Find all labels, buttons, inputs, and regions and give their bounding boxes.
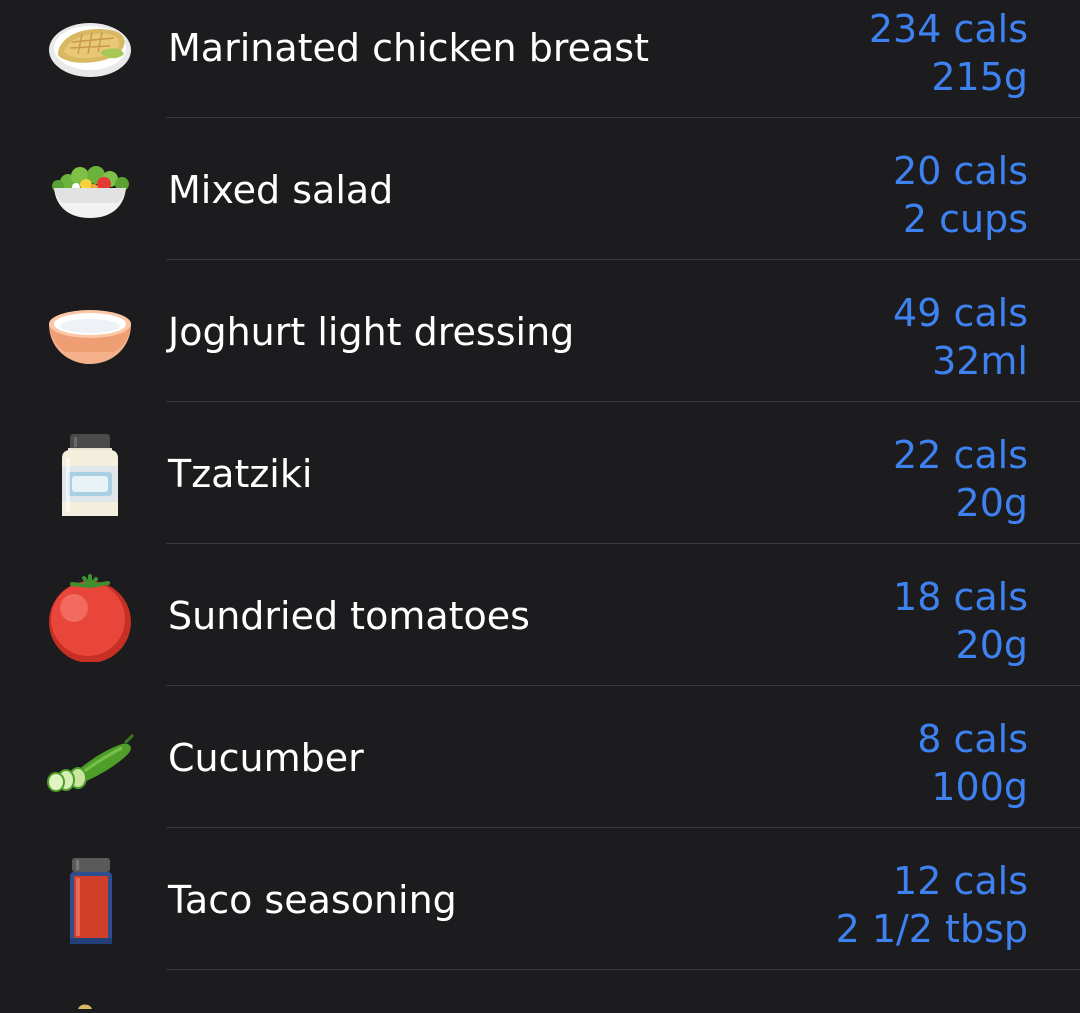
food-name: Tzatziki xyxy=(168,452,313,496)
chicken-breast-icon xyxy=(44,2,136,94)
next-item-icon-partial xyxy=(70,994,100,1009)
food-name: Mixed salad xyxy=(168,168,394,212)
food-row-mixed-salad[interactable]: Mixed salad 20 cals 2 cups xyxy=(0,118,1080,260)
food-quantity: 20g xyxy=(955,481,1028,525)
cucumber-icon xyxy=(44,712,136,804)
food-calories: 22 cals xyxy=(893,433,1028,477)
food-row-cucumber[interactable]: Cucumber 8 cals 100g xyxy=(0,686,1080,828)
tomato-icon xyxy=(44,570,136,662)
food-quantity: 32ml xyxy=(932,339,1028,383)
food-name: Sundried tomatoes xyxy=(168,594,530,638)
food-quantity: 2 1/2 tbsp xyxy=(835,907,1028,951)
food-row-joghurt-dressing[interactable]: Joghurt light dressing 49 cals 32ml xyxy=(0,260,1080,402)
food-row-chicken-breast[interactable]: Marinated chicken breast 234 cals 215g xyxy=(0,0,1080,118)
food-name: Joghurt light dressing xyxy=(168,310,575,354)
food-quantity: 20g xyxy=(955,623,1028,667)
food-calories: 8 cals xyxy=(917,717,1028,761)
food-calories: 12 cals xyxy=(893,859,1028,903)
food-calories: 49 cals xyxy=(893,291,1028,335)
food-row-taco-seasoning[interactable]: Taco seasoning 12 cals 2 1/2 tbsp xyxy=(0,828,1080,970)
row-separator xyxy=(166,969,1080,970)
food-calories: 18 cals xyxy=(893,575,1028,619)
food-name: Marinated chicken breast xyxy=(168,26,649,70)
food-calories: 234 cals xyxy=(868,7,1028,51)
food-list: Marinated chicken breast 234 cals 215g M… xyxy=(0,0,1080,970)
food-quantity: 100g xyxy=(931,765,1028,809)
food-quantity: 215g xyxy=(931,55,1028,99)
salad-bowl-icon xyxy=(44,144,136,236)
food-row-tzatziki[interactable]: Tzatziki 22 cals 20g xyxy=(0,402,1080,544)
jar-icon xyxy=(44,428,136,520)
yogurt-bowl-icon xyxy=(44,286,136,378)
food-quantity: 2 cups xyxy=(902,197,1028,241)
spice-bottle-icon xyxy=(44,854,136,946)
food-name: Cucumber xyxy=(168,736,364,780)
food-calories: 20 cals xyxy=(893,149,1028,193)
food-row-sundried-tomatoes[interactable]: Sundried tomatoes 18 cals 20g xyxy=(0,544,1080,686)
food-name: Taco seasoning xyxy=(168,878,457,922)
